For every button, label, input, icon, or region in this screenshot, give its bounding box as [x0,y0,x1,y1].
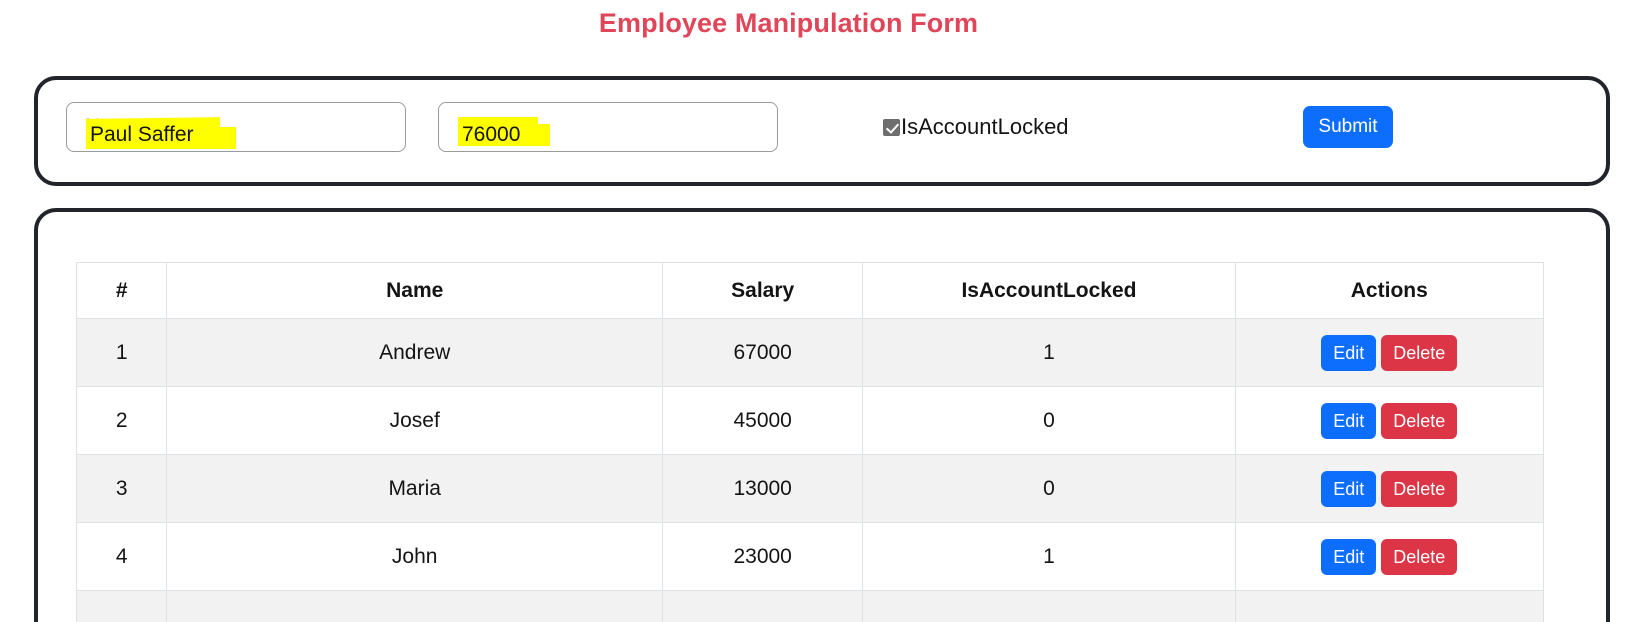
edit-button[interactable]: Edit [1321,402,1377,439]
cell-name: John [166,522,663,591]
employee-form-panel: Paul Saffer 76000 IsAccountLocked Submit [34,76,1610,186]
cell-index: 1 [75,318,168,387]
cell-actions: Edit Delete [1234,454,1545,523]
column-header-index: # [75,262,168,319]
column-header-name: Name [166,262,663,319]
delete-button[interactable]: Delete [1381,538,1458,575]
table-row [75,590,1545,622]
table-row: 1 Andrew 67000 1 Edit Delete [75,318,1545,387]
action-button-group: Edit Delete [1236,334,1543,371]
action-button-group: Edit Delete [1236,402,1543,439]
cell-salary: 67000 [661,318,864,387]
salary-field-wrapper [438,102,778,152]
edit-button[interactable]: Edit [1321,334,1377,371]
column-header-locked: IsAccountLocked [862,262,1236,319]
table-header-row: # Name Salary IsAccountLocked Actions [75,262,1545,319]
action-button-group: Edit Delete [1236,538,1543,575]
cell-locked: 0 [862,386,1236,455]
cell-name: Andrew [166,318,663,387]
cell-salary [661,590,864,622]
cell-name: Maria [166,454,663,523]
employee-table: # Name Salary IsAccountLocked Actions 1A… [75,262,1545,622]
table-head: # Name Salary IsAccountLocked Actions [75,262,1545,319]
submit-button[interactable]: Submit [1303,106,1393,148]
table-row: 4 John 23000 1 Edit Delete [75,522,1545,591]
cell-index: 2 [75,386,168,455]
cell-actions: Edit Delete [1234,386,1545,455]
delete-button[interactable]: Delete [1381,402,1458,439]
edit-button[interactable]: Edit [1321,470,1377,507]
name-field-wrapper [66,102,406,152]
cell-locked [862,590,1236,622]
cell-salary: 23000 [661,522,864,591]
action-button-group: Edit Delete [1236,470,1543,507]
column-header-salary: Salary [661,262,864,319]
delete-button[interactable]: Delete [1381,470,1458,507]
table-row: 2 Josef 45000 0 Edit Delete [75,386,1545,455]
salary-input[interactable] [438,102,778,152]
delete-button[interactable]: Delete [1381,334,1458,371]
cell-index [75,590,168,622]
cell-salary: 45000 [661,386,864,455]
table-row: 3 Maria 13000 0 Edit Delete [75,454,1545,523]
cell-index: 3 [75,454,168,523]
is-account-locked-checkbox[interactable] [883,118,900,136]
employee-table-panel: # Name Salary IsAccountLocked Actions 1A… [34,208,1610,622]
column-header-actions: Actions [1234,262,1545,319]
is-account-locked-group: IsAccountLocked [883,114,1069,140]
cell-locked: 0 [862,454,1236,523]
edit-button[interactable]: Edit [1321,538,1377,575]
form-row: Paul Saffer 76000 IsAccountLocked Submit [38,80,1606,182]
name-input[interactable] [66,102,406,152]
cell-name: Josef [166,386,663,455]
cell-name [166,590,663,622]
cell-actions [1234,590,1545,622]
page-title: Employee Manipulation Form [598,8,979,38]
cell-salary: 13000 [661,454,864,523]
cell-locked: 1 [862,318,1236,387]
app-page: Employee Manipulation Form Paul Saffer 7… [0,0,1635,622]
is-account-locked-label[interactable]: IsAccountLocked [901,114,1069,140]
cell-index: 4 [75,522,168,591]
table-body: 1 Andrew 67000 1 Edit Delete 2 Josef 45000 0 Edit D… [75,318,1545,622]
cell-locked: 1 [862,522,1236,591]
cell-actions: Edit Delete [1234,318,1545,387]
cell-actions: Edit Delete [1234,522,1545,591]
